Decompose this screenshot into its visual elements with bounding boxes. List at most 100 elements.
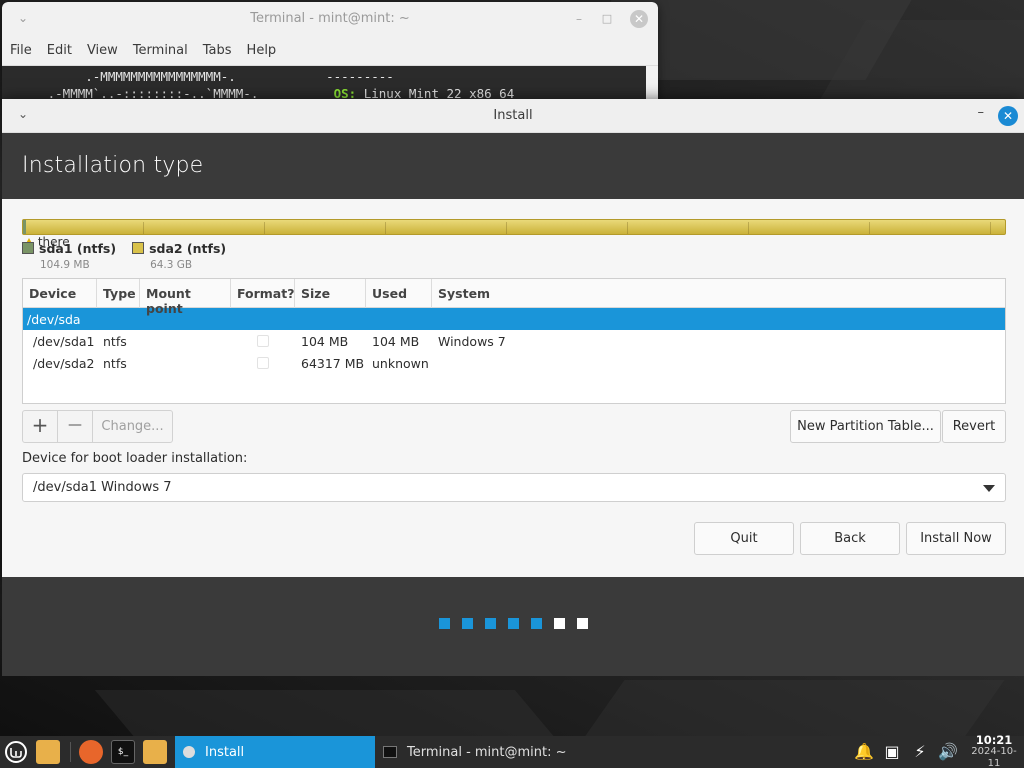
terminal-small-icon (383, 746, 397, 758)
legend-swatch (22, 242, 34, 254)
terminal-titlebar[interactable]: ⌄ Terminal - mint@mint: ~ – □ ✕ (2, 2, 658, 36)
legend-size: 64.3 GB (150, 259, 193, 271)
legend-item-sda1: sda1 (ntfs) 104.9 MB (22, 241, 116, 271)
column-header-device[interactable]: Device (23, 279, 97, 308)
clock-time: 10:21 (975, 733, 1013, 747)
terminal-launcher-icon[interactable]: $_ (111, 740, 135, 764)
legend-name: sda1 (ntfs) (39, 241, 117, 256)
terminal-output[interactable]: .-MMMMMMMMMMMMMMMM-. --------- .-MMMM`..… (2, 66, 658, 102)
dropdown-arrow-icon (983, 485, 995, 492)
mint-menu-icon[interactable] (4, 740, 28, 764)
cell-size: 104 MB (301, 333, 349, 349)
installer-title: Install (493, 108, 533, 123)
partition-legend: sda1 (ntfs) 104.9 MB sda2 (ntfs) 64.3 GB (22, 241, 242, 271)
cell-used: unknown (372, 355, 429, 371)
taskbar: $_ Install Terminal - mint@mint: ~ 🔔 ▣ ⚡… (0, 734, 1024, 768)
cell-device: /dev/sda (27, 311, 81, 327)
legend-swatch (132, 242, 145, 254)
back-button[interactable]: Back (800, 522, 900, 555)
installer-titlebar[interactable]: ⌄ Install – ✕ (2, 99, 1024, 133)
notifications-bell-icon[interactable]: 🔔 (854, 742, 874, 762)
column-header-used[interactable]: Used (366, 279, 432, 308)
boot-loader-select[interactable]: /dev/sda1 Windows 7 (22, 473, 1006, 502)
remove-partition-button[interactable]: — (58, 411, 93, 442)
menu-terminal[interactable]: Terminal (133, 43, 188, 58)
cell-type: ntfs (103, 333, 127, 349)
firefox-icon[interactable] (79, 740, 103, 764)
installer-footer (2, 577, 1024, 676)
column-header-type[interactable]: Type (97, 279, 140, 308)
column-header-system[interactable]: System (432, 279, 1005, 308)
revert-button[interactable]: Revert (942, 410, 1006, 443)
power-icon[interactable]: ⚡ (910, 742, 930, 762)
progress-dot (554, 618, 565, 629)
progress-dot (531, 618, 542, 629)
install-now-button[interactable]: Install Now (906, 522, 1006, 555)
taskbar-task-label: Terminal - mint@mint: ~ (407, 744, 567, 760)
boot-loader-label: Device for boot loader installation: (22, 451, 248, 466)
taskbar-task-install[interactable]: Install (175, 736, 375, 768)
close-icon[interactable]: ✕ (630, 10, 648, 28)
column-header-size[interactable]: Size (295, 279, 366, 308)
legend-name: sda2 (ntfs) (149, 241, 227, 256)
table-row[interactable]: /dev/sda1 ntfs 104 MB 104 MB Windows 7 (23, 330, 1005, 352)
progress-dot (508, 618, 519, 629)
terminal-window[interactable]: ⌄ Terminal - mint@mint: ~ – □ ✕ File Edi… (2, 2, 658, 102)
cell-size: 64317 MB (301, 355, 365, 371)
minimize-icon[interactable]: – (978, 105, 985, 120)
wallpaper-shape (94, 690, 566, 736)
menu-tabs[interactable]: Tabs (203, 43, 232, 58)
new-partition-table-button[interactable]: New Partition Table... (790, 410, 941, 443)
progress-dot (439, 618, 450, 629)
boot-loader-value: /dev/sda1 Windows 7 (33, 480, 172, 495)
column-header-format[interactable]: Format? (231, 279, 295, 308)
wallpaper-shape (575, 680, 1005, 736)
progress-dots (439, 618, 600, 629)
format-checkbox[interactable] (257, 357, 269, 369)
progress-dot (577, 618, 588, 629)
partition-bar (22, 219, 1006, 235)
cell-device: /dev/sda1 (33, 333, 95, 349)
change-partition-button[interactable]: Change... (93, 411, 172, 442)
cell-used: 104 MB (372, 333, 420, 349)
volume-icon[interactable]: 🔊 (938, 742, 958, 762)
terminal-menubar: File Edit View Terminal Tabs Help (2, 36, 658, 66)
terminal-line: .-MMMMMMMMMMMMMMMM-. --------- (10, 69, 394, 84)
install-disc-icon (183, 746, 195, 758)
partition-bar-texture (23, 222, 1005, 234)
clock-date: 2024-10-11 (971, 746, 1017, 768)
show-desktop-icon[interactable] (36, 740, 60, 764)
legend-item-sda2: sda2 (ntfs) 64.3 GB (132, 241, 226, 271)
table-row[interactable]: /dev/sda2 ntfs 64317 MB unknown (23, 352, 1005, 374)
legend-size: 104.9 MB (40, 259, 90, 271)
menu-edit[interactable]: Edit (47, 43, 72, 58)
taskbar-task-terminal[interactable]: Terminal - mint@mint: ~ (375, 736, 695, 768)
menu-file[interactable]: File (10, 43, 32, 58)
progress-dot (462, 618, 473, 629)
cell-format (231, 335, 295, 347)
files-icon[interactable] (143, 740, 167, 764)
quit-button[interactable]: Quit (694, 522, 794, 555)
column-header-mount-point[interactable]: Mount point (140, 279, 231, 316)
taskbar-task-label: Install (205, 744, 245, 760)
table-header: Device Type Mount point Format? Size Use… (23, 279, 1005, 316)
cell-device: /dev/sda2 (33, 355, 95, 371)
terminal-title: Terminal - mint@mint: ~ (250, 11, 410, 26)
system-tray: 🔔 ▣ ⚡ 🔊 10:21 2024-10-11 (854, 734, 1024, 768)
partition-table[interactable]: Device Type Mount point Format? Size Use… (22, 278, 1006, 404)
partition-tools: + — Change... (22, 410, 173, 443)
page-title: Installation type (2, 133, 1024, 199)
menu-help[interactable]: Help (247, 43, 277, 58)
menu-view[interactable]: View (87, 43, 118, 58)
format-checkbox[interactable] (257, 335, 269, 347)
minimize-icon[interactable]: – (570, 10, 588, 28)
add-partition-button[interactable]: + (23, 411, 58, 442)
terminal-scrollbar[interactable] (646, 66, 658, 102)
progress-dot (485, 618, 496, 629)
close-icon[interactable]: ✕ (998, 106, 1018, 126)
maximize-icon[interactable]: □ (598, 10, 616, 28)
clock[interactable]: 10:21 2024-10-11 (966, 734, 1022, 768)
cell-system: Windows 7 (438, 333, 506, 349)
cell-type: ntfs (103, 355, 127, 371)
package-icon[interactable]: ▣ (882, 742, 902, 762)
